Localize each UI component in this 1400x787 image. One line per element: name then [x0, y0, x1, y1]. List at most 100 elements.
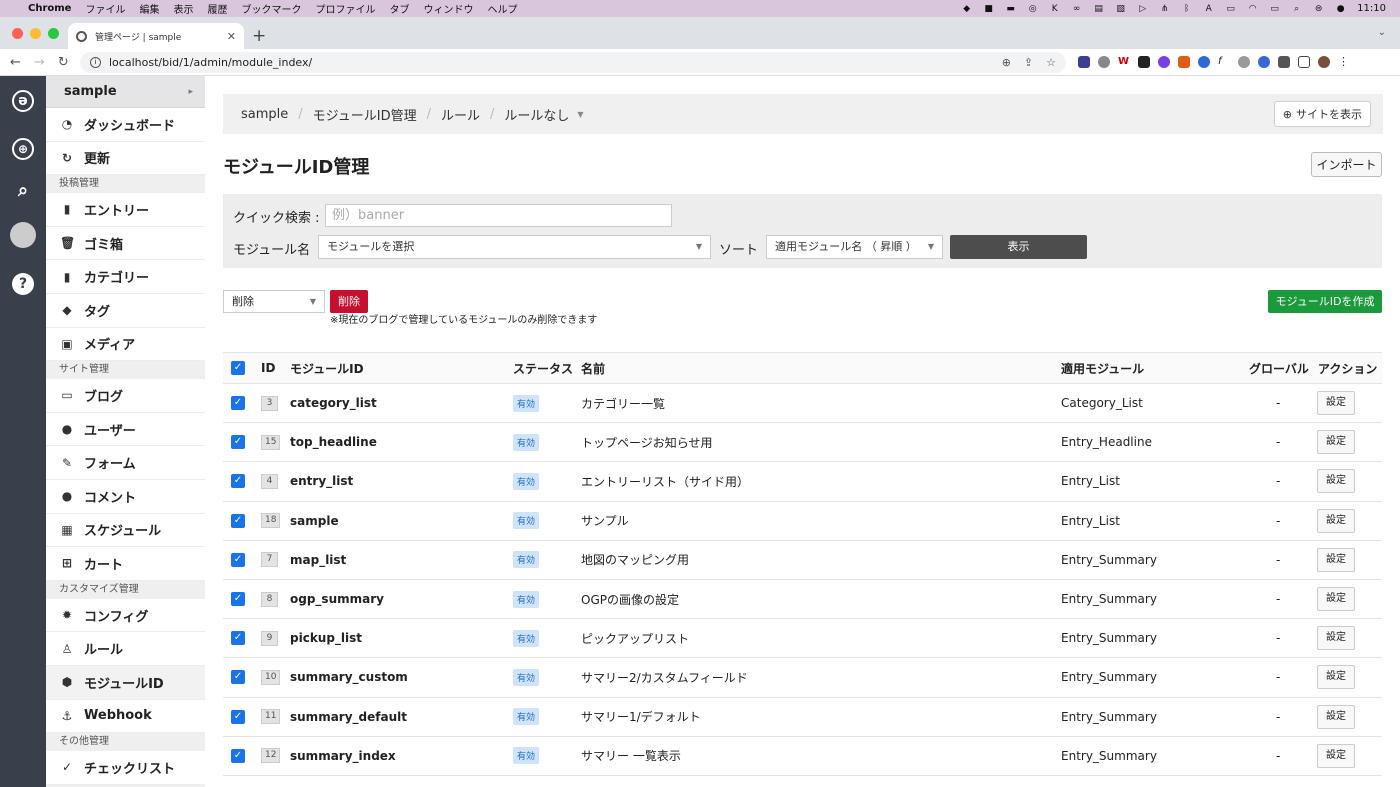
select-all-checkbox[interactable]: ✓	[231, 361, 245, 375]
settings-button[interactable]: 設定	[1317, 704, 1355, 729]
show-button[interactable]: 表示	[950, 235, 1087, 259]
row-checkbox[interactable]: ✓	[231, 435, 245, 450]
sidebar-item-refresh[interactable]: ↻ 更新	[46, 141, 205, 176]
sidebar-item-media[interactable]: ▣ メディア	[46, 327, 205, 362]
record-icon[interactable]: ■	[983, 4, 994, 14]
siri-icon[interactable]: ●	[1335, 4, 1346, 14]
view-site-button[interactable]: ⊕ サイトを表示	[1273, 101, 1371, 127]
search-icon[interactable]: ⌕	[12, 180, 34, 202]
bluetooth-icon[interactable]: ᛒ	[1181, 4, 1192, 14]
sidebar-item-user[interactable]: ● ユーザー	[46, 412, 205, 447]
notes-icon[interactable]: ▤	[1093, 4, 1104, 14]
row-checkbox[interactable]: ✓	[231, 670, 245, 685]
url-text[interactable]: localhost/bid/1/admin/module_index/	[109, 56, 989, 69]
sidebar-item-checklist[interactable]: ✓ チェックリスト	[46, 751, 205, 785]
header-module[interactable]: 適用モジュール	[1061, 353, 1144, 383]
module-select[interactable]: モジュールを選択 ▼	[318, 235, 711, 259]
extensions-puzzle-icon[interactable]	[1278, 56, 1290, 68]
extension-qr-icon[interactable]	[1138, 56, 1150, 68]
row-checkbox[interactable]: ✓	[231, 513, 245, 528]
extension-w-icon[interactable]: W	[1118, 56, 1130, 68]
row-module-id[interactable]: pickup_list	[290, 619, 362, 657]
create-module-id-button[interactable]: モジュールIDを作成	[1268, 290, 1382, 313]
sidebar-item-trash[interactable]: 🗑 ゴミ箱	[46, 226, 205, 261]
row-checkbox[interactable]: ✓	[231, 748, 245, 763]
header-id[interactable]: ID	[261, 353, 275, 383]
new-tab-button[interactable]: +	[252, 26, 266, 46]
input-source-icon[interactable]: A	[1203, 4, 1214, 14]
extension-6-icon[interactable]	[1178, 56, 1190, 68]
menu-edit[interactable]: 編集	[139, 1, 159, 16]
breadcrumb-site[interactable]: sample	[241, 107, 288, 122]
sidebar-item-cart[interactable]: ⊞ カート	[46, 547, 205, 581]
row-checkbox[interactable]: ✓	[231, 709, 245, 724]
sidebar-item-form[interactable]: ✎ フォーム	[46, 446, 205, 480]
quick-search-input[interactable]: 例）banner	[325, 204, 672, 227]
browser-tab[interactable]: 管理ページ | sample ✕	[68, 23, 244, 49]
settings-button[interactable]: 設定	[1317, 743, 1355, 768]
dropbox-icon[interactable]: ◆	[961, 4, 972, 14]
row-checkbox[interactable]: ✓	[231, 552, 245, 567]
forward-icon[interactable]: →	[34, 55, 45, 70]
sidebar-item-config[interactable]: ✹ コンフィグ	[46, 598, 205, 633]
row-checkbox[interactable]: ✓	[231, 396, 245, 411]
row-module-id[interactable]: summary_index	[290, 737, 396, 775]
activity-icon[interactable]: ▧	[1115, 4, 1126, 14]
header-name[interactable]: 名前	[581, 353, 605, 383]
row-checkbox[interactable]: ✓	[231, 592, 245, 607]
extension-9-icon[interactable]	[1238, 56, 1250, 68]
header-status[interactable]: ステータス	[513, 353, 573, 383]
battery-icon[interactable]: ▭	[1225, 4, 1236, 14]
settings-button[interactable]: 設定	[1317, 508, 1355, 533]
header-module-id[interactable]: モジュールID	[290, 353, 364, 383]
settings-button[interactable]: 設定	[1317, 587, 1355, 612]
menu-bookmarks[interactable]: ブックマーク	[241, 1, 301, 16]
sidebar-item-entry[interactable]: ▮ エントリー	[46, 193, 205, 227]
extension-f-icon[interactable]: f	[1218, 56, 1230, 68]
k-icon[interactable]: K	[1049, 4, 1060, 14]
close-window-button[interactable]	[12, 28, 23, 39]
menu-app-name[interactable]: Chrome	[28, 3, 71, 14]
extension-1-icon[interactable]	[1078, 56, 1090, 68]
chrome-menu-icon[interactable]: ⋮	[1338, 56, 1350, 68]
wifi-bars-icon[interactable]: ⋔	[1159, 4, 1170, 14]
site-switcher[interactable]: sample ▸	[46, 76, 205, 108]
menu-help[interactable]: ヘルプ	[487, 1, 517, 16]
settings-button[interactable]: 設定	[1317, 430, 1355, 455]
sidebar-item-rule[interactable]: ♙ ルール	[46, 632, 205, 666]
creative-cloud-icon[interactable]: ∞	[1071, 4, 1082, 14]
breadcrumb-module-admin[interactable]: モジュールID管理	[313, 105, 417, 124]
settings-button[interactable]: 設定	[1317, 391, 1355, 416]
row-module-id[interactable]: category_list	[290, 384, 377, 422]
sidebar-item-tag[interactable]: ◆ タグ	[46, 293, 205, 328]
sidebar-item-webhook[interactable]: ⚓ Webhook	[46, 699, 205, 734]
sidebar-item-comment[interactable]: ● コメント	[46, 479, 205, 514]
sidebar-item-category[interactable]: ▮ カテゴリー	[46, 260, 205, 294]
chevron-down-icon[interactable]: ▼	[577, 110, 583, 119]
menu-view[interactable]: 表示	[173, 1, 193, 16]
menu-window[interactable]: ウィンドウ	[423, 1, 473, 16]
sidebar-item-module[interactable]: ⬢ モジュールID	[46, 665, 205, 700]
row-module-id[interactable]: map_list	[290, 541, 346, 579]
help-icon[interactable]: ?	[12, 273, 34, 295]
control-center-icon[interactable]: ⊜	[1313, 4, 1324, 14]
wifi-icon[interactable]: ◠	[1247, 4, 1258, 14]
menu-profile[interactable]: プロファイル	[315, 1, 375, 16]
screen-icon[interactable]: ▬	[1005, 4, 1016, 14]
address-bar[interactable]: i localhost/bid/1/admin/module_index/ ⊕ …	[80, 51, 1066, 73]
bulk-action-select[interactable]: 削除 ▼	[223, 290, 325, 313]
row-checkbox[interactable]: ✓	[231, 631, 245, 646]
row-module-id[interactable]: entry_list	[290, 462, 353, 500]
extension-7-icon[interactable]	[1198, 56, 1210, 68]
delete-button[interactable]: 削除	[330, 290, 368, 313]
sidebar-item-calendar[interactable]: ▦ スケジュール	[46, 513, 205, 548]
zoom-window-button[interactable]	[48, 28, 59, 39]
sort-select[interactable]: 適用モジュール名 （ 昇順 ） ▼	[766, 235, 943, 259]
side-panel-icon[interactable]	[1298, 56, 1310, 68]
close-tab-icon[interactable]: ✕	[227, 30, 236, 43]
settings-button[interactable]: 設定	[1317, 665, 1355, 690]
row-module-id[interactable]: summary_default	[290, 698, 407, 736]
menu-history[interactable]: 履歴	[207, 1, 227, 16]
row-checkbox[interactable]: ✓	[231, 474, 245, 489]
extension-2-icon[interactable]	[1098, 56, 1110, 68]
